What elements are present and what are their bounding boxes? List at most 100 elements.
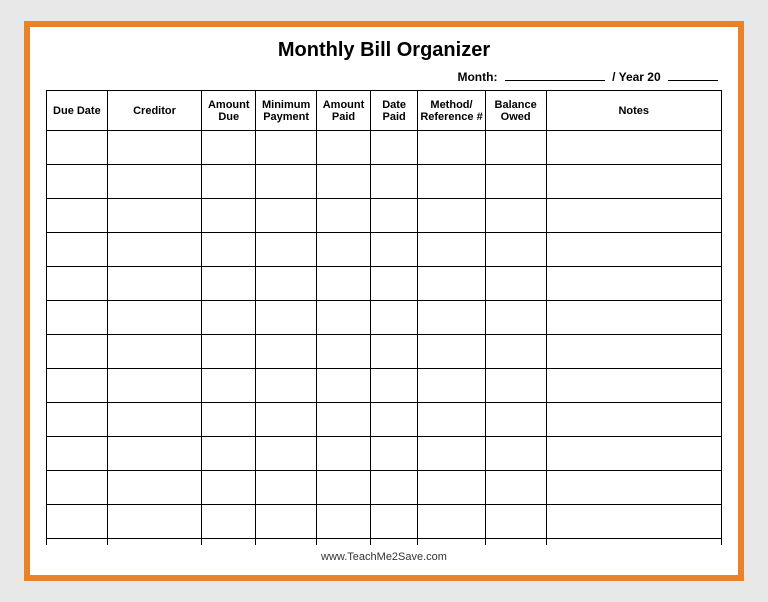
table-cell[interactable]	[47, 199, 108, 233]
table-cell[interactable]	[418, 301, 486, 335]
table-cell[interactable]	[485, 437, 546, 471]
table-cell[interactable]	[317, 301, 371, 335]
table-cell[interactable]	[317, 131, 371, 165]
table-cell[interactable]	[202, 471, 256, 505]
table-cell[interactable]	[202, 165, 256, 199]
table-cell[interactable]	[371, 165, 418, 199]
table-cell[interactable]	[546, 233, 722, 267]
table-cell[interactable]	[371, 471, 418, 505]
table-cell[interactable]	[546, 403, 722, 437]
table-cell[interactable]	[107, 165, 202, 199]
table-cell[interactable]	[546, 199, 722, 233]
table-cell[interactable]	[485, 505, 546, 539]
table-cell[interactable]	[202, 267, 256, 301]
table-cell[interactable]	[485, 471, 546, 505]
table-cell[interactable]	[47, 267, 108, 301]
table-cell[interactable]	[317, 437, 371, 471]
table-cell[interactable]	[202, 505, 256, 539]
table-cell[interactable]	[107, 403, 202, 437]
table-cell[interactable]	[47, 165, 108, 199]
table-cell[interactable]	[418, 267, 486, 301]
table-cell[interactable]	[546, 301, 722, 335]
table-cell[interactable]	[256, 233, 317, 267]
table-cell[interactable]	[107, 505, 202, 539]
table-cell[interactable]	[256, 131, 317, 165]
table-cell[interactable]	[202, 131, 256, 165]
table-cell[interactable]	[256, 301, 317, 335]
table-cell[interactable]	[546, 165, 722, 199]
table-cell[interactable]	[47, 335, 108, 369]
table-cell[interactable]	[546, 131, 722, 165]
table-cell[interactable]	[317, 539, 371, 546]
table-cell[interactable]	[317, 233, 371, 267]
table-cell[interactable]	[256, 165, 317, 199]
table-cell[interactable]	[418, 131, 486, 165]
table-cell[interactable]	[418, 539, 486, 546]
table-cell[interactable]	[418, 505, 486, 539]
table-cell[interactable]	[371, 505, 418, 539]
table-cell[interactable]	[47, 471, 108, 505]
table-cell[interactable]	[256, 505, 317, 539]
table-cell[interactable]	[485, 403, 546, 437]
table-cell[interactable]	[485, 165, 546, 199]
table-cell[interactable]	[371, 301, 418, 335]
table-cell[interactable]	[485, 369, 546, 403]
table-cell[interactable]	[202, 199, 256, 233]
table-cell[interactable]	[202, 301, 256, 335]
table-cell[interactable]	[546, 471, 722, 505]
table-cell[interactable]	[202, 233, 256, 267]
table-cell[interactable]	[256, 403, 317, 437]
table-cell[interactable]	[418, 233, 486, 267]
table-cell[interactable]	[317, 471, 371, 505]
table-cell[interactable]	[485, 539, 546, 546]
table-cell[interactable]	[256, 471, 317, 505]
table-cell[interactable]	[371, 199, 418, 233]
table-cell[interactable]	[107, 437, 202, 471]
table-cell[interactable]	[485, 267, 546, 301]
table-cell[interactable]	[418, 471, 486, 505]
table-cell[interactable]	[317, 165, 371, 199]
table-cell[interactable]	[107, 301, 202, 335]
table-cell[interactable]	[317, 267, 371, 301]
table-cell[interactable]	[256, 369, 317, 403]
table-cell[interactable]	[418, 199, 486, 233]
table-cell[interactable]	[546, 505, 722, 539]
table-cell[interactable]	[485, 233, 546, 267]
table-cell[interactable]	[546, 267, 722, 301]
table-cell[interactable]	[256, 437, 317, 471]
table-cell[interactable]	[317, 505, 371, 539]
table-cell[interactable]	[371, 539, 418, 546]
table-cell[interactable]	[485, 301, 546, 335]
table-cell[interactable]	[317, 335, 371, 369]
table-cell[interactable]	[107, 369, 202, 403]
table-cell[interactable]	[418, 165, 486, 199]
table-cell[interactable]	[47, 369, 108, 403]
table-cell[interactable]	[47, 505, 108, 539]
table-cell[interactable]	[202, 437, 256, 471]
table-cell[interactable]	[107, 471, 202, 505]
table-cell[interactable]	[317, 403, 371, 437]
table-cell[interactable]	[371, 335, 418, 369]
table-cell[interactable]	[485, 131, 546, 165]
table-cell[interactable]	[47, 539, 108, 546]
table-cell[interactable]	[256, 539, 317, 546]
table-cell[interactable]	[202, 403, 256, 437]
table-cell[interactable]	[256, 267, 317, 301]
table-cell[interactable]	[485, 199, 546, 233]
table-cell[interactable]	[107, 199, 202, 233]
table-cell[interactable]	[107, 131, 202, 165]
table-cell[interactable]	[107, 335, 202, 369]
table-cell[interactable]	[371, 369, 418, 403]
table-cell[interactable]	[418, 403, 486, 437]
table-cell[interactable]	[317, 369, 371, 403]
table-cell[interactable]	[256, 199, 317, 233]
table-cell[interactable]	[107, 267, 202, 301]
table-cell[interactable]	[47, 301, 108, 335]
table-cell[interactable]	[47, 233, 108, 267]
table-cell[interactable]	[546, 539, 722, 546]
table-cell[interactable]	[202, 335, 256, 369]
table-cell[interactable]	[107, 233, 202, 267]
table-cell[interactable]	[371, 403, 418, 437]
table-cell[interactable]	[485, 335, 546, 369]
table-cell[interactable]	[418, 369, 486, 403]
